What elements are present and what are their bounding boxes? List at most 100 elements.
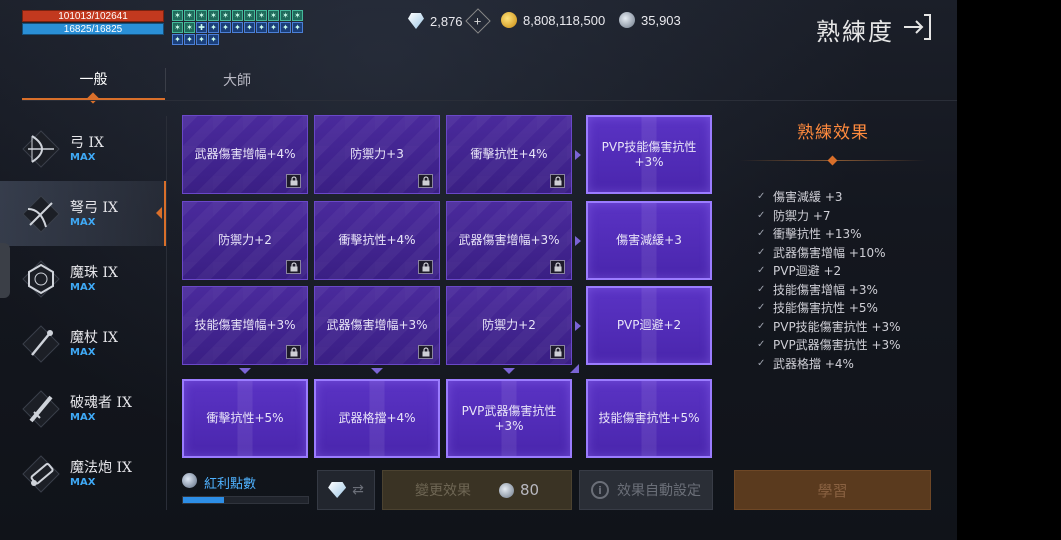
weapon-level-badge: MAX [70, 282, 96, 293]
buff-list: ✶ ✶ ✶ ✶ ✶ ✶ ✶ ✶ ✶ ✶ ✶ ✶ ✶ ✚ ✦ ✦ ✦ ✦ ✦ ✦ ✦ ✦ ✦ ✦ ✦ ✦ [172, 10, 312, 45]
change-effect-button[interactable]: 變更效果 80 [382, 470, 572, 510]
effect-item: ✓ 技能傷害抗性 +5% [757, 299, 901, 318]
weapon-item[interactable]: 破魂者 IX MAX [0, 376, 166, 441]
check-icon: ✓ [757, 265, 766, 276]
mastery-node[interactable]: 武器格擋+4% [314, 379, 440, 458]
mastery-node[interactable]: PVP技能傷害抗性 +3% [586, 115, 712, 194]
learn-button[interactable]: 學習 [734, 470, 931, 510]
currency-toggle-button[interactable]: ⇄ [317, 470, 375, 510]
cannon-icon [22, 454, 60, 493]
effect-text: 技能傷害增幅 +3% [773, 282, 878, 297]
mastery-node[interactable]: 技能傷害增幅+3% [182, 286, 308, 365]
silver-currency: 35,903 [619, 12, 681, 28]
buff-icon[interactable]: ✶ [268, 10, 279, 21]
weapon-name: 魔法炮 IX [70, 460, 132, 476]
mastery-node-label: 技能傷害增幅+3% [194, 318, 296, 332]
connector-arrow-icon [503, 368, 515, 374]
lock-icon [418, 260, 433, 274]
buff-icon[interactable]: ✶ [172, 10, 183, 21]
buff-icon[interactable]: ✶ [280, 10, 291, 21]
mastery-node[interactable]: 技能傷害抗性+5% [586, 379, 712, 458]
gold-coin-icon [501, 12, 517, 28]
effects-list: ✓ 傷害減緩 +3 ✓ 防禦力 +7 ✓ 衝擊抗性 +13% ✓ 武器傷害增幅 +10% ✓ PV… [757, 188, 901, 373]
weapon-item[interactable]: 魔法炮 IX MAX [0, 441, 166, 506]
effect-item: ✓ 武器格擋 +4% [757, 355, 901, 374]
side-drawer-handle[interactable] [0, 243, 10, 298]
connector-arrow-icon [575, 321, 581, 331]
buff-icon[interactable]: ✦ [280, 22, 291, 33]
auto-effect-button[interactable]: i 效果自動設定 [579, 470, 713, 510]
buff-icon[interactable]: ✦ [268, 22, 279, 33]
tab-master[interactable]: 大師 [167, 60, 307, 100]
diamond-icon [328, 482, 347, 498]
mastery-node[interactable]: 武器傷害增幅+3% [446, 201, 572, 280]
swap-icon: ⇄ [352, 482, 364, 498]
weapon-item[interactable]: 弩弓 IX MAX [0, 181, 166, 246]
weapon-item[interactable]: 魔杖 IX MAX [0, 311, 166, 376]
exit-icon[interactable] [902, 12, 932, 42]
effect-item: ✓ PVP技能傷害抗性 +3% [757, 318, 901, 337]
buff-icon[interactable]: ✶ [184, 22, 195, 33]
connector-arrow-icon [575, 150, 581, 160]
mastery-node[interactable]: 防禦力+2 [446, 286, 572, 365]
mastery-node[interactable]: 傷害減緩+3 [586, 201, 712, 280]
game-screen: 101013/102641 16825/16825 ✶ ✶ ✶ ✶ ✶ ✶ ✶ ✶ ✶ ✶ ✶ ✶ ✶ ✚… [0, 0, 957, 540]
weapon-item[interactable]: 魔珠 IX MAX [0, 246, 166, 311]
buff-icon[interactable]: ✶ [244, 10, 255, 21]
mastery-node[interactable]: 衝擊抗性+4% [446, 115, 572, 194]
buff-icon[interactable]: ✦ [184, 34, 195, 45]
buff-icon[interactable]: ✦ [232, 22, 243, 33]
cost-value: 80 [519, 481, 540, 499]
effect-text: 技能傷害抗性 +5% [773, 301, 878, 315]
buff-icon[interactable]: ✶ [184, 10, 195, 21]
mp-value: 16825/16825 [63, 24, 123, 35]
check-icon: ✓ [757, 228, 766, 239]
mastery-node[interactable]: PVP武器傷害抗性 +3% [446, 379, 572, 458]
buff-icon[interactable]: ✦ [292, 22, 303, 33]
buff-icon[interactable]: ✶ [172, 22, 183, 33]
mastery-node[interactable]: 武器傷害增幅+4% [182, 115, 308, 194]
diamond-icon [408, 13, 424, 29]
buff-icon[interactable]: ✶ [208, 10, 219, 21]
weapon-name: 魔珠 IX [70, 265, 118, 281]
mastery-node[interactable]: 防禦力+2 [182, 201, 308, 280]
mastery-node-label: 防禦力+2 [482, 318, 536, 332]
buff-icon[interactable]: ✦ [208, 34, 219, 45]
effect-item: ✓ 衝擊抗性 +13% [757, 225, 901, 244]
check-icon: ✓ [757, 191, 766, 202]
buff-icon[interactable]: ✦ [172, 34, 183, 45]
mastery-node[interactable]: 防禦力+3 [314, 115, 440, 194]
buff-icon[interactable]: ✦ [196, 34, 207, 45]
gold-currency: 8,808,118,500 [501, 12, 605, 28]
weapon-name: 魔杖 IX [70, 330, 118, 346]
lock-icon [286, 174, 301, 188]
lock-icon [286, 260, 301, 274]
buff-icon[interactable]: ✶ [196, 10, 207, 21]
mastery-node[interactable]: PVP迴避+2 [586, 286, 712, 365]
check-icon: ✓ [757, 320, 766, 332]
mastery-node-label: 防禦力+3 [350, 147, 404, 161]
buff-icon[interactable]: ✦ [220, 22, 231, 33]
screen-margin [957, 0, 1061, 540]
buff-icon[interactable]: ✦ [256, 22, 267, 33]
mastery-node[interactable]: 衝擊抗性+5% [182, 379, 308, 458]
buff-icon[interactable]: ✦ [244, 22, 255, 33]
mastery-node[interactable]: 武器傷害增幅+3% [314, 286, 440, 365]
mastery-node[interactable]: 衝擊抗性+4% [314, 201, 440, 280]
mastery-node-label: 衝擊抗性+5% [206, 411, 284, 425]
buff-icon[interactable]: ✚ [196, 22, 207, 33]
lock-icon [550, 174, 565, 188]
info-icon: i [591, 481, 609, 499]
change-effect-label: 變更效果 [414, 483, 471, 499]
buff-icon[interactable]: ✶ [256, 10, 267, 21]
buff-icon[interactable]: ✦ [208, 22, 219, 33]
buff-icon[interactable]: ✶ [232, 10, 243, 21]
effects-title: 熟練效果 [797, 123, 869, 143]
weapon-item[interactable]: 弓 IX MAX [0, 116, 166, 181]
add-diamond-button[interactable]: + [464, 8, 491, 34]
buff-icon[interactable]: ✶ [220, 10, 231, 21]
effect-text: 武器格擋 +4% [773, 356, 854, 371]
buff-icon[interactable]: ✶ [292, 10, 303, 21]
learn-label: 學習 [817, 481, 848, 500]
tab-divider [165, 68, 166, 92]
